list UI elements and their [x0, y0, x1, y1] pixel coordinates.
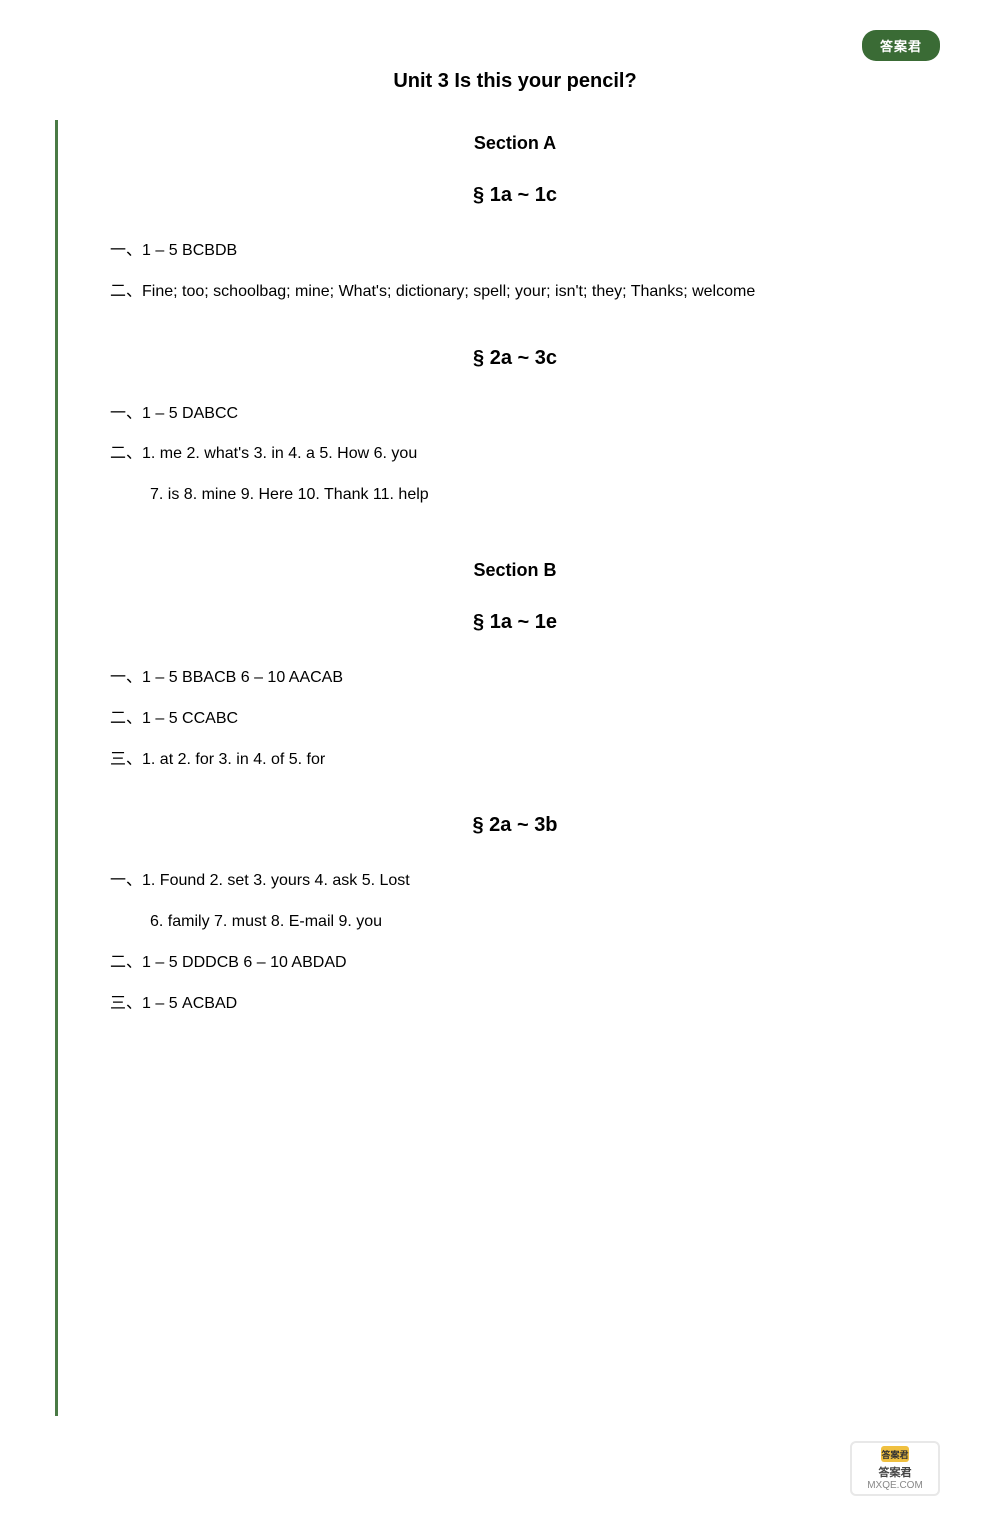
sectionA-sub1-answer2: 二、Fine; too; schoolbag; mine; What's; di…	[110, 278, 920, 307]
sub1a1c-title: § 1a ~ 1c	[110, 184, 920, 207]
logo-icon: 答案君	[881, 1446, 909, 1462]
sectionB-sub2-prefix3: 三、	[110, 995, 142, 1012]
sub2a3b-title: § 2a ~ 3b	[110, 814, 920, 837]
sectionA-sub1-prefix2: 二、	[110, 283, 142, 300]
sectionB-sub1-answer3: 三、1. at 2. for 3. in 4. of 5. for	[110, 746, 920, 775]
section-a-block: Section A § 1a ~ 1c 一、1 – 5 BCBDB 二、Fine…	[110, 133, 920, 510]
sectionB-sub2-prefix2: 二、	[110, 954, 142, 971]
logo-top-text: 答案君	[879, 1464, 912, 1480]
sectionB-sub2-answer1-line1: 一、1. Found 2. set 3. yours 4. ask 5. Los…	[110, 867, 920, 896]
section-b-label: Section B	[110, 560, 920, 581]
sectionA-sub1-prefix1: 一、	[110, 242, 142, 259]
sub2a3c-block: § 2a ~ 3c 一、1 – 5 DABCC 二、1. me 2. what'…	[110, 347, 920, 510]
section-a-label: Section A	[110, 133, 920, 154]
sectionA-sub2-answer1: 一、1 – 5 DABCC	[110, 400, 920, 429]
sectionB-sub1-prefix2: 二、	[110, 710, 142, 727]
sectionA-sub2-answer2-line1: 二、1. me 2. what's 3. in 4. a 5. How 6. y…	[110, 440, 920, 469]
sectionA-sub1-answer1: 一、1 – 5 BCBDB	[110, 237, 920, 266]
sub1a1e-block: § 1a ~ 1e 一、1 – 5 BBACB 6 – 10 AACAB 二、1…	[110, 611, 920, 774]
sectionA-sub2-prefix2: 二、	[110, 445, 142, 462]
left-border-decoration	[55, 120, 58, 1416]
sectionB-sub2-prefix1: 一、	[110, 872, 142, 889]
sub1a1c-block: § 1a ~ 1c 一、1 – 5 BCBDB 二、Fine; too; sch…	[110, 184, 920, 307]
page: 答案君 Unit 3 Is this your pencil? Section …	[0, 0, 1000, 1516]
section-b-block: Section B § 1a ~ 1e 一、1 – 5 BBACB 6 – 10…	[110, 560, 920, 1019]
sectionA-sub2-prefix1: 一、	[110, 405, 142, 422]
sectionB-sub2-answer3: 三、1 – 5 ACBAD	[110, 990, 920, 1019]
sectionB-sub2-answer1-line2: 6. family 7. must 8. E-mail 9. you	[110, 908, 920, 937]
sub2a3c-title: § 2a ~ 3c	[110, 347, 920, 370]
unit-title: Unit 3 Is this your pencil?	[110, 70, 920, 93]
sectionB-sub2-answer2: 二、1 – 5 DDDCB 6 – 10 ABDAD	[110, 949, 920, 978]
sectionB-sub1-answer2: 二、1 – 5 CCABC	[110, 705, 920, 734]
bottom-logo: 答案君 答案君 MXQE.COM	[850, 1441, 940, 1496]
sectionA-sub2-answer2-line2: 7. is 8. mine 9. Here 10. Thank 11. help	[110, 481, 920, 510]
sectionB-sub1-prefix3: 三、	[110, 751, 142, 768]
top-badge: 答案君	[862, 30, 940, 61]
sub1a1e-title: § 1a ~ 1e	[110, 611, 920, 634]
sectionB-sub1-prefix1: 一、	[110, 669, 142, 686]
sectionB-sub1-answer1: 一、1 – 5 BBACB 6 – 10 AACAB	[110, 664, 920, 693]
sub2a3b-block: § 2a ~ 3b 一、1. Found 2. set 3. yours 4. …	[110, 814, 920, 1018]
logo-bottom-text: MXQE.COM	[867, 1480, 923, 1491]
